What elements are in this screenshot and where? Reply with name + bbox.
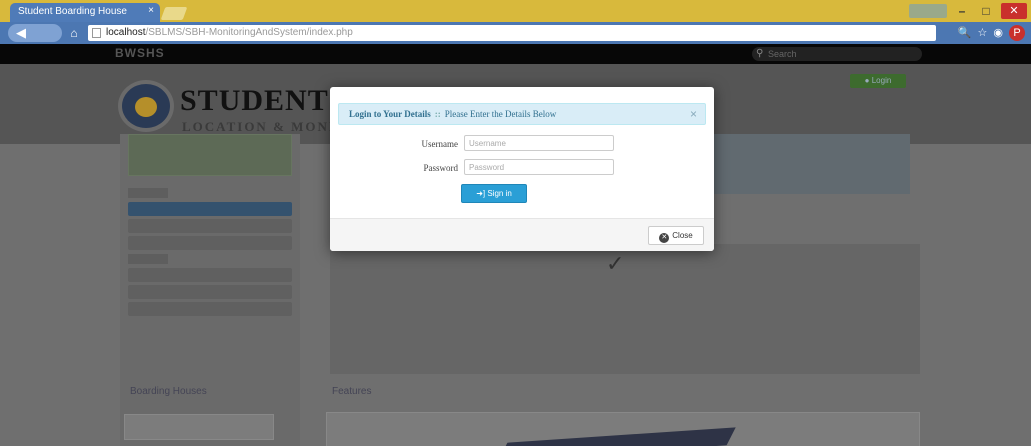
- new-tab-button[interactable]: [160, 7, 188, 20]
- bottom-left-card: [124, 414, 274, 440]
- close-button[interactable]: ✕ Close: [648, 226, 704, 245]
- search-icon: ⚲: [756, 48, 764, 59]
- browser-tab-strip: Student Boarding House × – □ ✕: [0, 0, 1031, 22]
- back-arrow-icon[interactable]: ◀: [8, 24, 62, 42]
- username-row: Username: [330, 135, 714, 153]
- sidebar-item[interactable]: [128, 236, 292, 250]
- modal-footer: ✕ Close: [330, 218, 714, 251]
- logo-icon: [118, 80, 174, 132]
- minimize-icon[interactable]: –: [953, 4, 971, 18]
- tab-close-icon[interactable]: ×: [148, 5, 154, 16]
- site-search-input[interactable]: ⚲ Search: [752, 47, 922, 61]
- login-modal: Login to Your Details:: Please Enter the …: [330, 87, 714, 251]
- username-field[interactable]: [464, 135, 614, 151]
- close-button-label: Close: [672, 231, 693, 240]
- pinterest-icon[interactable]: P: [1009, 25, 1025, 41]
- header-login-button[interactable]: ● Login: [850, 74, 906, 88]
- password-field[interactable]: [464, 159, 614, 175]
- modal-title-separator: ::: [434, 109, 441, 119]
- address-bar[interactable]: localhost/SBLMS/SBH-MonitoringAndSystem/…: [88, 25, 936, 41]
- extension-icon[interactable]: ◉: [993, 25, 1003, 41]
- check-icon: ✓: [606, 251, 625, 276]
- sidebar-heading: [128, 254, 168, 264]
- sidebar-heading: [128, 188, 168, 198]
- navbar-brand[interactable]: BWSHS: [115, 46, 165, 60]
- url-host: localhost: [106, 27, 146, 38]
- section-heading-left: Boarding Houses: [130, 386, 207, 397]
- url-path: /SBLMS/SBH-MonitoringAndSystem/index.php: [145, 27, 353, 38]
- profile-icon[interactable]: [909, 4, 947, 18]
- sidebar-alert: [128, 134, 292, 176]
- sidebar-item-home[interactable]: [128, 202, 292, 216]
- home-icon[interactable]: ⌂: [66, 24, 82, 42]
- modal-title: Login to Your Details:: Please Enter the …: [349, 109, 556, 119]
- sidebar-menu: [128, 184, 292, 319]
- sidebar-item[interactable]: [128, 219, 292, 233]
- modal-title-text: Login to Your Details: [349, 109, 431, 119]
- browser-toolbar: ◀ ⌂ localhost/SBLMS/SBH-MonitoringAndSys…: [0, 22, 1031, 44]
- bottom-right-banner: [326, 412, 920, 446]
- site-navbar: BWSHS ⚲ Search: [0, 44, 1031, 64]
- modal-close-icon[interactable]: ×: [690, 107, 697, 121]
- sign-in-button[interactable]: ➜] Sign in: [461, 184, 527, 203]
- window-close-icon[interactable]: ✕: [1001, 3, 1027, 19]
- modal-subtitle: Please Enter the Details Below: [444, 109, 557, 119]
- sidebar-item[interactable]: [128, 268, 292, 282]
- close-circle-icon: ✕: [659, 233, 670, 243]
- toolbar-icons: 🔍 ☆ ◉ P: [958, 25, 1025, 41]
- tab-title: Student Boarding House: [18, 6, 127, 17]
- sidebar: [120, 134, 300, 446]
- maximize-icon[interactable]: □: [977, 4, 995, 18]
- window-controls: – □ ✕: [909, 0, 1031, 22]
- sidebar-item[interactable]: [128, 302, 292, 316]
- section-heading-right: Features: [332, 386, 372, 397]
- username-label: Username: [421, 139, 458, 149]
- sidebar-item[interactable]: [128, 285, 292, 299]
- search-placeholder: Search: [768, 49, 797, 59]
- browser-tab[interactable]: Student Boarding House ×: [10, 3, 160, 22]
- modal-header: Login to Your Details:: Please Enter the …: [338, 103, 706, 125]
- zoom-icon[interactable]: 🔍: [958, 25, 972, 41]
- star-icon[interactable]: ☆: [978, 25, 988, 41]
- page-icon: [92, 28, 101, 38]
- password-label: Password: [423, 163, 458, 173]
- password-row: Password: [330, 159, 714, 177]
